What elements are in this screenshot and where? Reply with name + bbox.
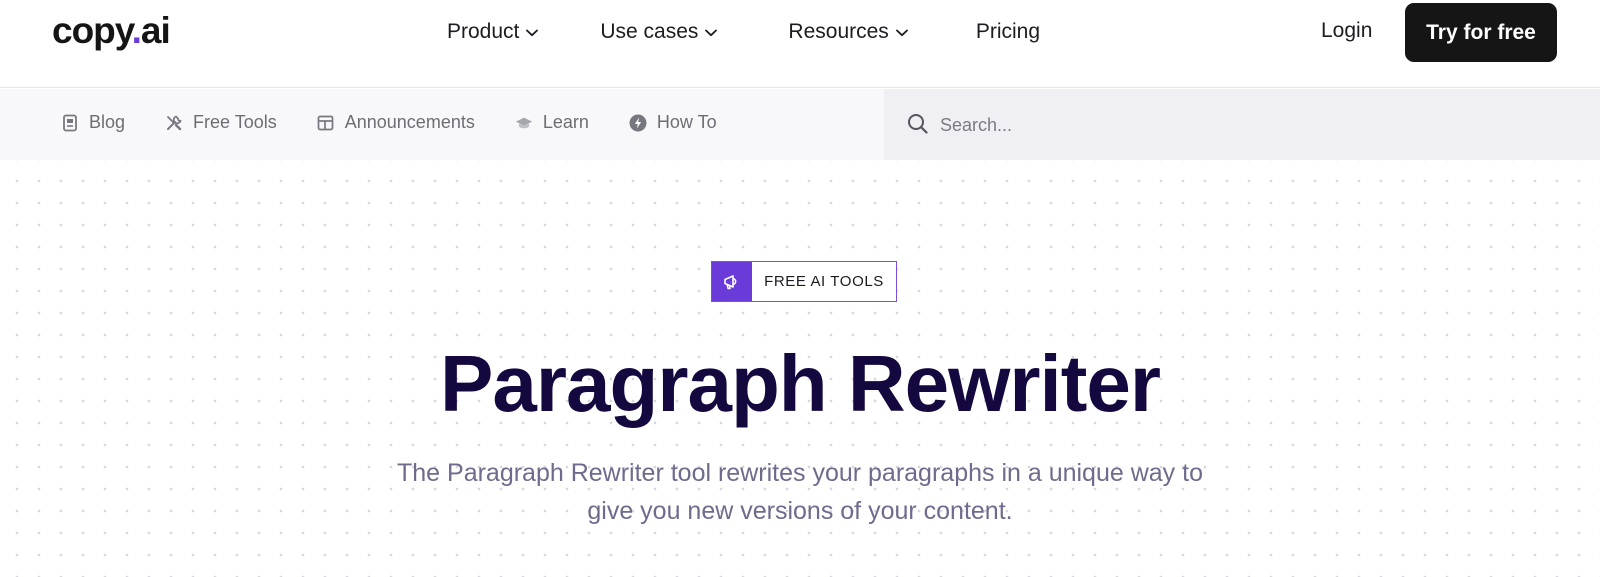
nav-resources[interactable]: Resources: [788, 19, 908, 45]
page-title: Paragraph Rewriter: [439, 339, 1161, 428]
free-ai-tools-badge: FREE AI TOOLS: [711, 261, 897, 302]
nav-pricing-label: Pricing: [975, 20, 1041, 43]
search-bar: [884, 89, 1600, 160]
logo-text-copy: copy: [52, 10, 133, 51]
logo-dot: .: [131, 10, 142, 51]
hero-section: FREE AI TOOLS Paragraph Rewriter The Par…: [0, 160, 1600, 577]
nav-resources-label: Resources: [788, 20, 889, 43]
subnav-item-label: Announcements: [344, 112, 475, 132]
search-icon: [908, 114, 928, 134]
subnav-item-label: How To: [656, 112, 717, 132]
tools-icon: [165, 114, 183, 132]
logo-text-ai: ai: [140, 10, 171, 51]
try-for-free-button[interactable]: Try for free: [1405, 3, 1557, 62]
main-menu: Product Use cases Resources Pricing: [447, 19, 1040, 45]
subnav-item-label: Blog: [89, 112, 126, 132]
subnav-item-label: Learn: [542, 112, 589, 132]
copyai-logo[interactable]: copy.ai: [52, 10, 171, 52]
lightning-icon: [629, 114, 647, 132]
nav-use-cases-label: Use cases: [600, 20, 699, 43]
nav-use-cases[interactable]: Use cases: [600, 19, 718, 45]
subnav-item-free-tools[interactable]: Free Tools: [165, 112, 277, 133]
chevron-down-icon: [705, 29, 718, 37]
subnav-item-blog[interactable]: Blog: [61, 112, 125, 133]
subnav-item-how-to[interactable]: How To: [629, 112, 717, 133]
subtitle-line-2: give you new versions of your content.: [587, 497, 1013, 525]
page-subtitle: The Paragraph Rewriter tool rewrites you…: [350, 454, 1250, 530]
login-link[interactable]: Login: [1321, 19, 1372, 43]
chevron-down-icon: [895, 29, 908, 37]
graduation-cap-icon: [515, 114, 533, 132]
search-input[interactable]: [940, 109, 1540, 141]
top-navigation: copy.ai Product Use cases Resources Pric…: [0, 0, 1600, 88]
document-icon: [61, 114, 79, 132]
subnav-item-label: Free Tools: [193, 112, 277, 132]
badge-label: FREE AI TOOLS: [764, 273, 884, 290]
blog-subnav: Blog Free Tools Announcements Learn How …: [0, 89, 884, 160]
chevron-down-icon: [526, 29, 539, 37]
nav-product-label: Product: [447, 20, 520, 43]
layout-icon: [317, 114, 335, 132]
subnav-item-announcements[interactable]: Announcements: [317, 112, 475, 133]
subnav-item-learn[interactable]: Learn: [515, 112, 589, 133]
megaphone-icon: [712, 262, 752, 301]
subtitle-line-1: The Paragraph Rewriter tool rewrites you…: [397, 459, 1203, 487]
nav-product[interactable]: Product: [447, 19, 539, 45]
nav-pricing[interactable]: Pricing: [976, 19, 1040, 45]
